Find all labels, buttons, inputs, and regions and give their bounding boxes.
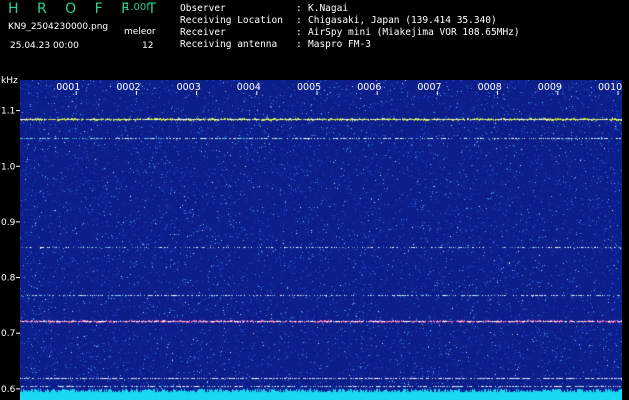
y-tick-label: 0.7 xyxy=(1,329,15,339)
hour-label: 0008 xyxy=(478,82,502,93)
hour-label: 0005 xyxy=(297,82,321,93)
version-label: 1.00f xyxy=(124,2,150,13)
y-axis-unit: kHz xyxy=(1,76,18,86)
mode-label: meleor xyxy=(124,27,156,37)
spectrogram-axes: 0001 0002 0003 0004 0005 0006 0007 0008 0009 0010… xyxy=(1,76,622,395)
y-tick-label: 0.8 xyxy=(1,274,16,284)
hour-label: 0007 xyxy=(417,82,441,93)
hour-label: 0002 xyxy=(116,82,140,93)
hour-label: 0003 xyxy=(177,82,201,93)
spectrogram: 0001 0002 0003 0004 0005 0006 0007 0008 0009 0010… xyxy=(0,74,629,400)
hour-label: 0006 xyxy=(357,82,381,93)
antenna-value: Maspro FM-3 xyxy=(308,39,371,50)
y-tick-label: 0.6 xyxy=(1,385,16,395)
receiver-value: AirSpy mini (Miakejima VOR 108.65MHz) xyxy=(308,27,520,38)
filename-label: KN9_2504230000.png xyxy=(8,22,109,32)
receiver-separator: : xyxy=(296,27,302,38)
antenna-label: Receiving antenna xyxy=(180,39,278,50)
location-separator: : xyxy=(296,15,302,26)
hour-label: 0010 xyxy=(598,82,622,93)
y-tick-label: 1.0 xyxy=(1,162,16,172)
observer-value: K.Nagai xyxy=(308,3,349,14)
count-label: 12 xyxy=(142,41,154,51)
y-tick-label: 1.1 xyxy=(1,107,15,117)
hour-label: 0009 xyxy=(538,82,562,93)
hour-label: 0001 xyxy=(56,82,80,93)
location-label: Receiving Location xyxy=(180,15,283,26)
datetime-label: 25.04.23 00:00 xyxy=(10,41,79,51)
receiver-label: Receiver xyxy=(180,27,226,38)
observer-separator: : xyxy=(296,3,302,14)
hour-label: 0004 xyxy=(237,82,261,93)
location-value: Chigasaki, Japan (139.414 35.340) xyxy=(308,15,497,26)
observer-label: Observer xyxy=(180,3,226,14)
antenna-separator: : xyxy=(296,39,302,50)
y-tick-label: 0.9 xyxy=(1,218,16,228)
